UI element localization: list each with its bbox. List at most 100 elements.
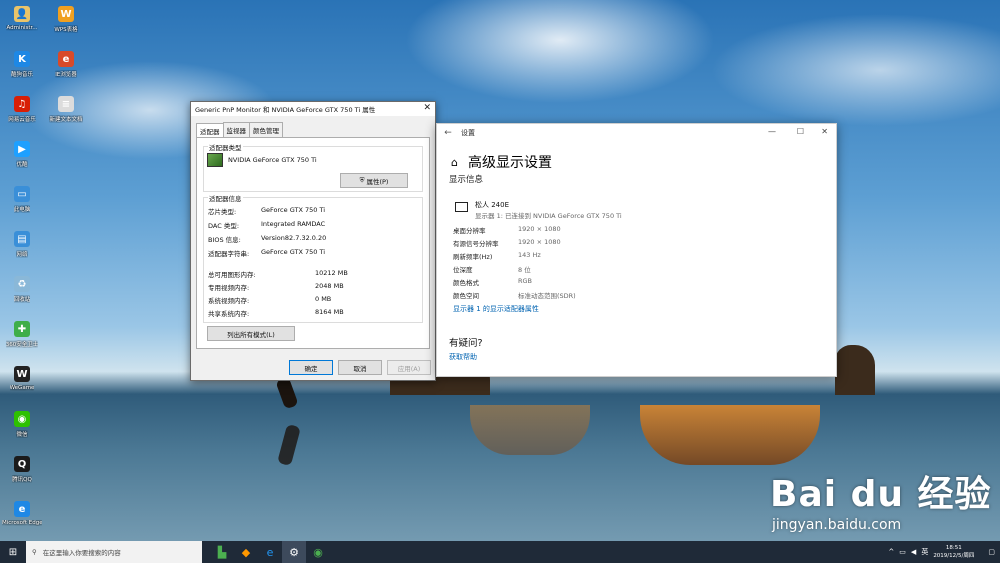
desktop-icon[interactable]: K 酷狗音乐 xyxy=(2,45,42,90)
desktop-icon[interactable]: ▤ 网络 xyxy=(2,225,42,270)
clock[interactable]: 18:51 2019/12/5/周四 xyxy=(933,544,974,560)
desktop-icon[interactable]: ✚ 360安全卫士 xyxy=(2,315,42,360)
security-360-icon: ✚ xyxy=(14,321,30,337)
get-help-link[interactable]: 获取帮助 xyxy=(449,352,477,362)
settings-app-title: 设置 xyxy=(461,129,475,137)
tab-color-management[interactable]: 颜色管理 xyxy=(249,122,283,137)
display-info-value: 标准动态范围(SDR) xyxy=(518,292,576,300)
list-all-modes-button[interactable]: 列出所有模式(L) xyxy=(207,326,295,341)
apply-button-label: 应用(A) xyxy=(397,364,421,373)
dialog-tabs: 适配器 监视器 颜色管理 xyxy=(196,122,435,138)
desktop-icon-label: WPS表格 xyxy=(54,27,78,33)
kugou-icon: K xyxy=(14,51,30,67)
shield-icon: ⛨ xyxy=(359,176,365,184)
desktop-icon[interactable]: W WeGame xyxy=(2,360,42,405)
display-info-key: 桌面分辨率 xyxy=(453,227,486,235)
desktop-icon[interactable]: e IE浏览器 xyxy=(46,45,86,90)
desktop-icon-label: 网易云音乐 xyxy=(8,117,36,123)
adapter-properties-link[interactable]: 显示器 1 的显示适配器属性 xyxy=(453,304,539,314)
desktop-icon-label: 酷狗音乐 xyxy=(10,72,33,78)
desktop-icon[interactable]: ◉ 微信 xyxy=(2,405,42,450)
network-icon[interactable]: ▭ xyxy=(899,548,906,556)
desktop-icon-label: IE浏览器 xyxy=(55,72,77,78)
tab-monitor[interactable]: 监视器 xyxy=(222,122,250,137)
youku-icon: ▶ xyxy=(14,141,30,157)
left-rock-reflection xyxy=(470,405,590,455)
display-info-value: 8 位 xyxy=(518,266,531,274)
app-launcher-icon[interactable]: ◆ xyxy=(234,541,258,563)
desktop-icon-label: 此电脑 xyxy=(13,207,31,213)
info-value: Version82.7.32.0.20 xyxy=(261,234,327,242)
desktop-icon[interactable]: ♫ 网易云音乐 xyxy=(2,90,42,135)
netease-music-icon: ♫ xyxy=(14,96,30,112)
list-all-modes-label: 列出所有模式(L) xyxy=(227,330,275,339)
cancel-button-label: 取消 xyxy=(353,364,367,373)
desktop-icon-label: WeGame xyxy=(9,385,35,391)
home-icon[interactable]: ⌂ xyxy=(451,156,458,169)
info-value: GeForce GTX 750 Ti xyxy=(261,206,326,214)
memory-key: 系统视频内存: xyxy=(208,297,250,305)
display-info-row: 颜色空间 标准动态范围(SDR) xyxy=(453,290,576,300)
wechat-icon[interactable]: ◉ xyxy=(306,541,330,563)
display-info-row: 有源信号分辨率 1920 × 1080 xyxy=(453,238,561,248)
clock-time: 18:51 xyxy=(945,545,962,551)
info-key: DAC 类型: xyxy=(208,222,240,230)
user-folder-icon: 👤 xyxy=(14,6,30,22)
cancel-button[interactable]: 取消 xyxy=(338,360,382,375)
desktop-icon[interactable]: ≡ 新建文本文档 xyxy=(46,90,86,135)
minimize-icon[interactable]: — xyxy=(768,127,776,136)
memory-value: 8164 MB xyxy=(315,308,344,316)
desktop-icon-label: 网络 xyxy=(16,252,28,258)
dialog-title: Generic PnP Monitor 和 NVIDIA GeForce GTX… xyxy=(195,106,376,114)
desktop-icon-label: 360安全卫士 xyxy=(5,342,39,348)
tab-adapter[interactable]: 适配器 xyxy=(196,123,224,138)
settings-titlebar[interactable]: ← 设置 — ☐ ✕ xyxy=(437,124,836,142)
settings-gear-icon[interactable]: ⚙ xyxy=(282,541,306,563)
close-icon[interactable]: ✕ xyxy=(821,127,828,136)
graphics-card-icon xyxy=(207,153,223,167)
display-info-key: 有源信号分辨率 xyxy=(453,240,499,248)
desktop-icon-label: Microsoft Edge xyxy=(2,520,42,526)
runner-reflection xyxy=(277,423,301,467)
desktop-icon-label: 回收站 xyxy=(13,297,31,303)
page-title-text: 高级显示设置 xyxy=(467,155,552,171)
search-box[interactable]: ⚲ 在这里输入你要搜索的内容 xyxy=(26,541,202,563)
apply-button[interactable]: 应用(A) xyxy=(387,360,431,375)
task-manager-icon[interactable]: ▙ xyxy=(210,541,234,563)
edge-icon[interactable]: e xyxy=(258,541,282,563)
desktop-icon[interactable]: Q 腾讯QQ xyxy=(2,450,42,495)
adapter-info-group: 适配器信息 芯片类型: GeForce GTX 750 Ti DAC 类型: Inte… xyxy=(203,193,423,323)
page-title: ⌂ 高级显示设置 xyxy=(451,152,552,172)
display-info-row: 桌面分辨率 1920 × 1080 xyxy=(453,225,561,235)
desktop-icon[interactable]: ▶ 优酷 xyxy=(2,135,42,180)
volume-icon[interactable]: ◀ xyxy=(911,548,916,556)
desktop-icon-label: Administr... xyxy=(6,25,38,31)
display-info-key: 颜色格式 xyxy=(453,279,479,287)
adapter-type-label: 适配器类型 xyxy=(208,142,243,152)
ok-button[interactable]: 确定 xyxy=(289,360,333,375)
input-method-icon[interactable]: 英 xyxy=(921,547,928,557)
question-heading: 有疑问? xyxy=(449,338,483,349)
back-arrow-icon[interactable]: ← xyxy=(437,128,459,138)
memory-key: 总可用图形内存: xyxy=(208,271,256,279)
notification-icon[interactable]: ▢ xyxy=(988,548,995,556)
desktop-icon[interactable]: ♻ 回收站 xyxy=(2,270,42,315)
desktop-icon[interactable]: 👤 Administr... xyxy=(2,0,42,45)
adapter-tab-panel: 适配器类型 NVIDIA GeForce GTX 750 Ti ⛨ 属性(P) … xyxy=(196,137,430,349)
close-icon[interactable]: ✕ xyxy=(423,103,431,113)
start-icon[interactable]: ⊞ xyxy=(0,541,26,563)
monitor-icon xyxy=(455,202,468,212)
tray-chevron-icon[interactable]: ^ xyxy=(888,548,894,556)
watermark-brand: Bai du 经验 xyxy=(770,474,992,515)
properties-button[interactable]: ⛨ 属性(P) xyxy=(340,173,408,188)
info-value: GeForce GTX 750 Ti xyxy=(261,248,326,256)
dialog-titlebar[interactable]: Generic PnP Monitor 和 NVIDIA GeForce GTX… xyxy=(191,102,435,116)
maximize-icon[interactable]: ☐ xyxy=(797,127,804,136)
desktop-icon[interactable]: ▭ 此电脑 xyxy=(2,180,42,225)
desktop-icons-column-1: 👤 Administr... K 酷狗音乐 ♫ 网易云音乐 ▶ 优酷 ▭ 此电脑 ▤ 网络 ♻ 回收站 ✚ 3… xyxy=(2,0,46,540)
search-icon: ⚲ xyxy=(32,548,37,556)
settings-window: ← 设置 — ☐ ✕ ⌂ 高级显示设置 显示信息 松人 240E 显示器 1: … xyxy=(436,123,837,377)
desktop-icon[interactable]: W WPS表格 xyxy=(46,0,86,45)
desktop-icon[interactable]: e Microsoft Edge xyxy=(2,495,42,540)
runner-silhouette xyxy=(275,376,299,410)
